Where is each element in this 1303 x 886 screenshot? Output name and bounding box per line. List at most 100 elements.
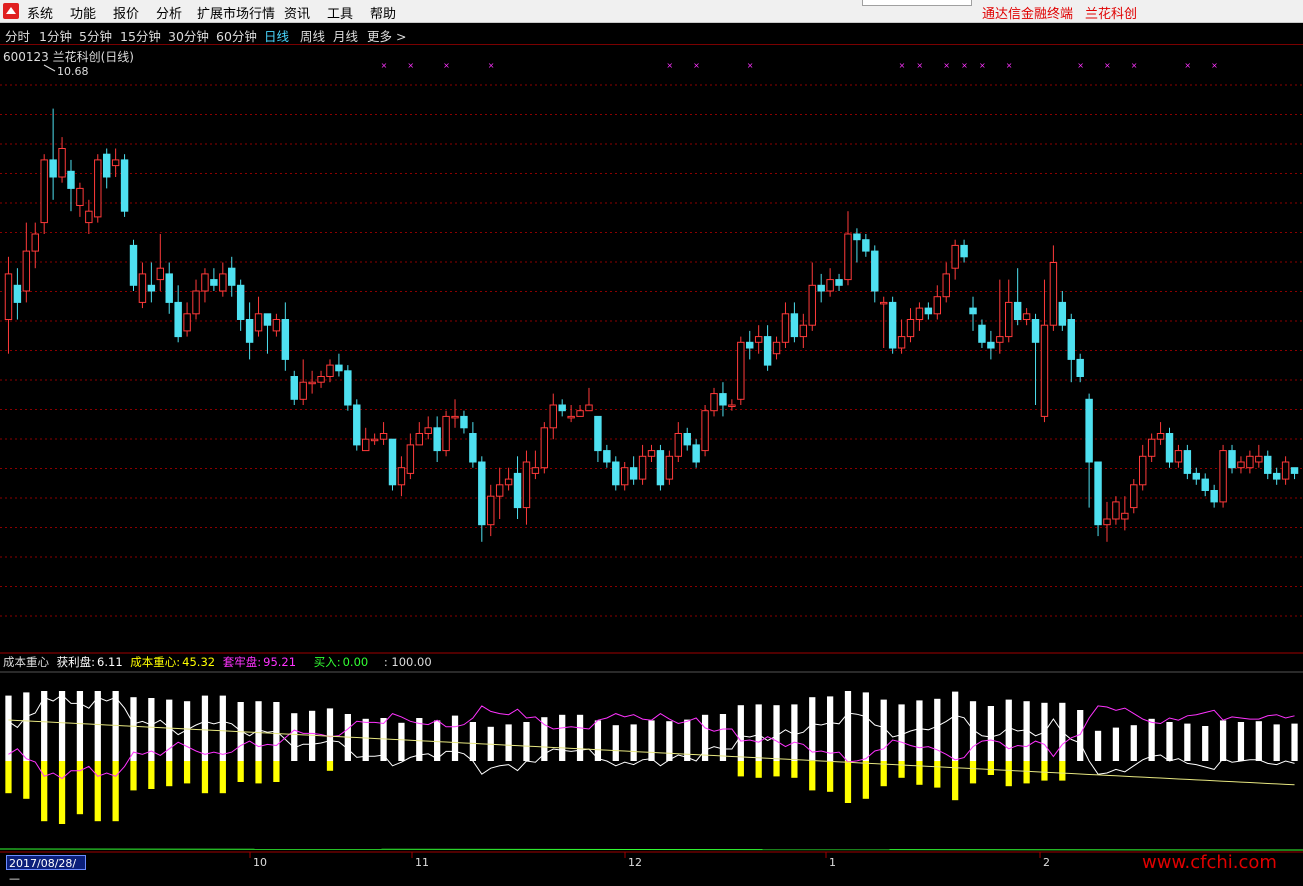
candle-body bbox=[344, 370, 352, 406]
profit-bar bbox=[952, 761, 959, 801]
signal-x-marker: × bbox=[747, 61, 754, 70]
profit-bar bbox=[326, 761, 334, 771]
menu-quote[interactable]: 报价 bbox=[113, 3, 139, 22]
profit-bar bbox=[791, 761, 798, 778]
candle-body bbox=[67, 170, 75, 189]
profit-bar bbox=[237, 761, 244, 782]
candle-body bbox=[1281, 461, 1290, 480]
candle-body bbox=[361, 438, 370, 452]
chart-grid bbox=[0, 84, 1303, 617]
indicator-white-bar bbox=[791, 704, 798, 761]
period-monthly[interactable]: 月线 bbox=[333, 26, 358, 45]
candle-body bbox=[1138, 455, 1147, 486]
profit-bar bbox=[844, 761, 852, 803]
menu-analysis[interactable]: 分析 bbox=[156, 3, 182, 22]
month-tick-label: 12 bbox=[628, 856, 642, 869]
candle-body bbox=[996, 336, 1004, 343]
indicator-white-bar bbox=[1094, 730, 1102, 761]
signal-x-marker: × bbox=[1184, 61, 1191, 70]
search-input[interactable] bbox=[862, 0, 972, 6]
candle-body bbox=[835, 279, 843, 286]
profit-bar bbox=[166, 761, 173, 787]
candle-body bbox=[853, 233, 861, 241]
candle-body bbox=[1255, 455, 1263, 463]
indicator-white-bar bbox=[844, 691, 852, 761]
period-5min[interactable]: 5分钟 bbox=[79, 26, 112, 45]
candle-body bbox=[960, 244, 968, 258]
period-15min[interactable]: 15分钟 bbox=[120, 26, 161, 45]
profit-bar bbox=[5, 761, 12, 794]
candle-body bbox=[1130, 484, 1138, 509]
indicator-white-bar bbox=[987, 706, 995, 761]
candle-body bbox=[219, 273, 227, 292]
candle-body bbox=[263, 313, 272, 326]
profit-bar bbox=[809, 761, 816, 791]
period-1min[interactable]: 1分钟 bbox=[39, 26, 72, 45]
menu-extended-market[interactable]: 扩展市场行情 bbox=[197, 3, 275, 22]
indicator-white-bar bbox=[434, 720, 441, 761]
period-intraday[interactable]: 分时 bbox=[5, 26, 30, 45]
candle-body bbox=[40, 159, 48, 224]
candle-body bbox=[763, 336, 772, 366]
indicator-white-bar bbox=[630, 724, 637, 761]
candle-body bbox=[210, 279, 218, 286]
app-logo-icon[interactable] bbox=[3, 3, 19, 19]
indicator-white-bar bbox=[1219, 720, 1227, 761]
candle-body bbox=[406, 444, 415, 474]
candle-body bbox=[754, 336, 763, 343]
menu-help[interactable]: 帮助 bbox=[370, 3, 396, 22]
candle-body bbox=[85, 210, 93, 224]
profit-bar bbox=[826, 761, 834, 792]
candle-body bbox=[522, 461, 531, 509]
indicator-header: 成本重心 获利盘: 6.11 成本重心: 45.32 套牢盘: 95.21 买入: 0.… bbox=[3, 654, 436, 670]
candle-body bbox=[1290, 467, 1299, 474]
kline-chart[interactable]: × × × × × × × × × × × × × × × × × × 10.68 10 11 12 1 2 bbox=[0, 45, 1303, 872]
period-daily[interactable]: 日线 bbox=[264, 26, 289, 45]
candle-body bbox=[397, 467, 406, 486]
candle-body bbox=[781, 313, 790, 343]
indicator-name[interactable]: 成本重心 bbox=[3, 655, 49, 669]
indicator-white-bar bbox=[201, 695, 209, 761]
indicator-white-bar bbox=[94, 691, 101, 761]
profit-bar bbox=[41, 761, 48, 822]
menu-function[interactable]: 功能 bbox=[70, 3, 96, 22]
candle-body bbox=[4, 273, 13, 320]
indicator-white-bar bbox=[576, 714, 584, 761]
candle-body bbox=[22, 250, 31, 292]
candle-body bbox=[379, 433, 388, 440]
indicator-white-bar bbox=[1291, 723, 1298, 761]
candle-body bbox=[138, 273, 147, 303]
stock-name: 兰花科创 bbox=[1085, 7, 1138, 22]
center-value: 45.32 bbox=[182, 655, 216, 669]
candle-body bbox=[844, 233, 852, 281]
candle-body bbox=[1022, 313, 1031, 320]
candle-body bbox=[495, 484, 504, 497]
indicator-white-bar bbox=[1005, 699, 1012, 761]
candle-body bbox=[165, 273, 173, 303]
menu-tools[interactable]: 工具 bbox=[327, 3, 353, 22]
indicator-white-bar bbox=[648, 720, 655, 761]
menu-news[interactable]: 资讯 bbox=[284, 3, 310, 22]
candle-body bbox=[13, 284, 22, 303]
signal-x-marker: × bbox=[1006, 61, 1013, 70]
candle-body bbox=[487, 495, 495, 526]
indicator-white-bar bbox=[451, 715, 459, 761]
candle-body bbox=[1219, 450, 1227, 503]
period-weekly[interactable]: 周线 bbox=[300, 26, 325, 45]
candle-body bbox=[576, 410, 584, 417]
indicator-white-bar bbox=[505, 724, 512, 761]
profit-bar bbox=[1005, 761, 1012, 787]
brand-label: 通达信金融终端 兰花科创 bbox=[982, 3, 1149, 22]
indicator-white-bar bbox=[862, 692, 869, 761]
period-60min[interactable]: 60分钟 bbox=[216, 26, 257, 45]
candle-body bbox=[879, 301, 888, 305]
profit-bar bbox=[183, 761, 191, 784]
month-tick-label: 10 bbox=[253, 856, 267, 869]
candle-body bbox=[147, 284, 156, 292]
indicator-white-bar bbox=[398, 722, 405, 761]
candle-body bbox=[969, 307, 977, 315]
indicator-white-bar bbox=[594, 720, 602, 761]
menu-system[interactable]: 系统 bbox=[27, 3, 53, 22]
period-more[interactable]: 更多 > bbox=[367, 26, 406, 45]
period-30min[interactable]: 30分钟 bbox=[168, 26, 209, 45]
